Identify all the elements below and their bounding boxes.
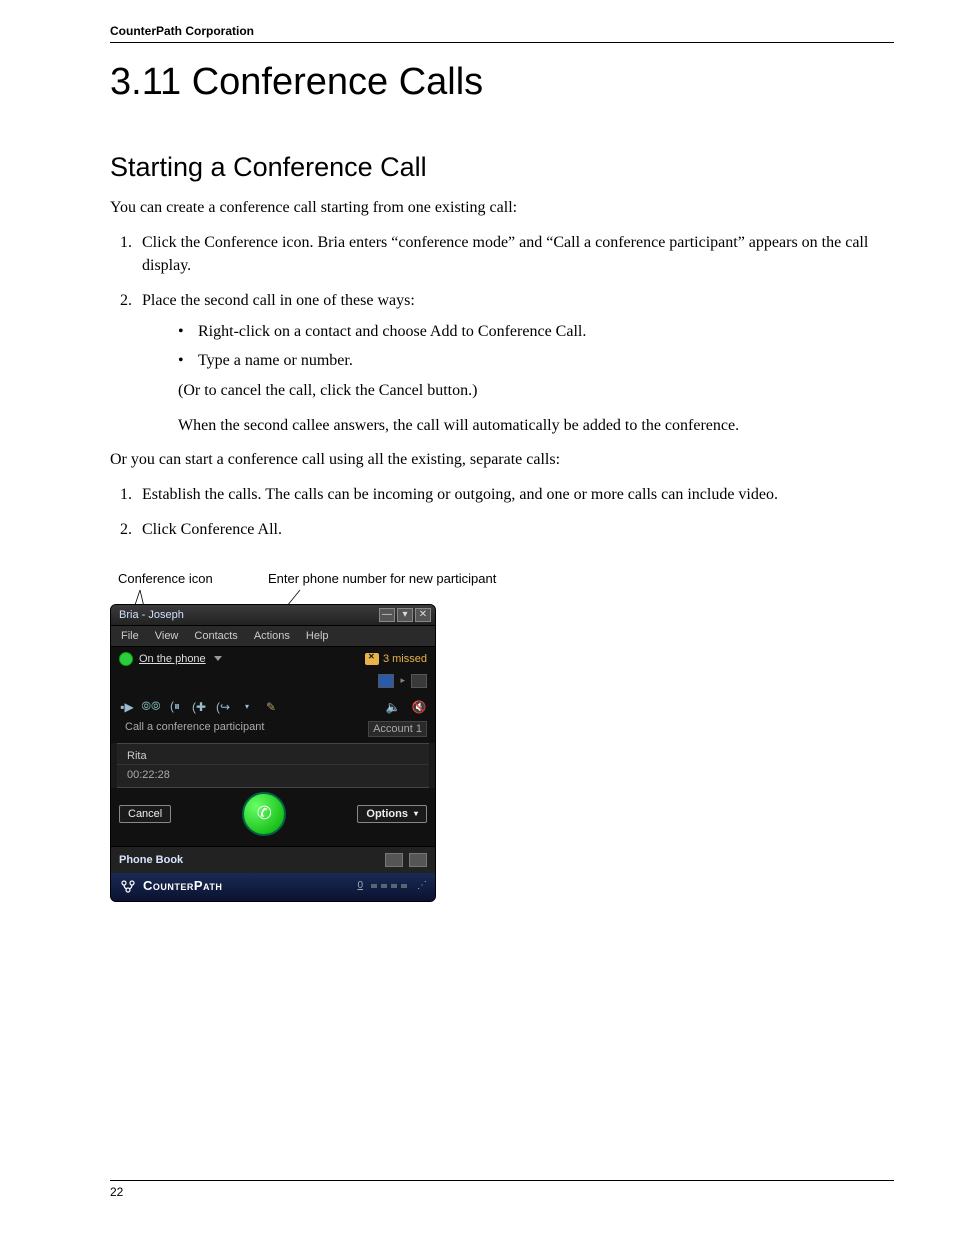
dialpad-toggle-icon[interactable] — [378, 674, 394, 688]
close-button[interactable]: ✕ — [415, 608, 431, 622]
record-icon[interactable]: ✎ — [263, 700, 279, 714]
steps-list-2: Establish the calls. The calls can be in… — [110, 483, 894, 541]
meter-bar-3-icon — [391, 884, 397, 888]
bria-app-window: Bria - Joseph — ▾ ✕ File View Contacts A… — [110, 604, 436, 902]
intro-paragraph: You can create a conference call startin… — [110, 197, 894, 219]
menu-file[interactable]: File — [121, 630, 139, 642]
menu-contacts[interactable]: Contacts — [194, 630, 237, 642]
options-button[interactable]: Options ▾ — [357, 805, 427, 823]
step-2-sub-2: Type a name or number. — [178, 349, 894, 372]
menu-help[interactable]: Help — [306, 630, 329, 642]
menu-view[interactable]: View — [155, 630, 179, 642]
step-1: Click the Conference icon. Bria enters “… — [136, 231, 894, 277]
intro-paragraph-2: Or you can start a conference call using… — [110, 449, 894, 471]
active-call-panel: Rita 00:22:28 — [117, 743, 429, 788]
options-label: Options — [366, 808, 408, 820]
restore-button[interactable]: ▾ — [397, 608, 413, 622]
step-2: Place the second call in one of these wa… — [136, 289, 894, 437]
phonebook-view2-icon[interactable] — [409, 853, 427, 867]
cancel-button[interactable]: Cancel — [119, 805, 171, 823]
phone-icon: ✆ — [257, 803, 272, 824]
dial-input-row: Call a conference participant Account 1 — [111, 718, 435, 743]
toggle-arrow-icon: ▸ — [400, 675, 405, 686]
running-header: CounterPath Corporation — [110, 24, 894, 43]
options-dropdown-icon: ▾ — [414, 809, 418, 818]
phonebook-bar[interactable]: Phone Book — [111, 846, 435, 873]
callout-conference-icon: Conference icon — [118, 571, 268, 586]
brand-logo-icon — [119, 877, 137, 895]
resize-grip-icon[interactable]: ⋰ — [417, 880, 427, 891]
call-timer: 00:22:28 — [117, 765, 429, 787]
meter-bar-4-icon — [401, 884, 407, 888]
callout-enter-number: Enter phone number for new participant — [268, 571, 496, 586]
meter-bar-1-icon — [371, 884, 377, 888]
account-selector[interactable]: Account 1 — [368, 721, 427, 737]
step-2-text: Place the second call in one of these wa… — [142, 292, 415, 309]
missed-label: 3 missed — [383, 653, 427, 665]
transfer-icon[interactable]: (↪ — [215, 700, 231, 714]
menubar: File View Contacts Actions Help — [111, 626, 435, 647]
steps-list-1: Click the Conference icon. Bria enters “… — [110, 231, 894, 437]
brand-status: 0 ⋰ — [357, 880, 427, 891]
titlebar: Bria - Joseph — ▾ ✕ — [111, 605, 435, 626]
branding-bar: CounterPath 0 ⋰ — [111, 873, 435, 901]
mute-icon[interactable]: 🔇 — [411, 700, 427, 714]
brand-name: CounterPath — [143, 878, 222, 893]
hold-icon[interactable]: (⏸ — [167, 700, 183, 714]
presence-status[interactable]: On the phone — [139, 653, 206, 665]
phonebook-view1-icon[interactable] — [385, 853, 403, 867]
phonebook-label: Phone Book — [119, 854, 183, 866]
dial-input[interactable]: Call a conference participant — [125, 721, 264, 737]
dial-button[interactable]: ✆ — [242, 792, 286, 836]
subsection-title: Starting a Conference Call — [110, 152, 894, 183]
presence-dropdown-icon[interactable] — [214, 656, 222, 661]
conference-icon[interactable]: ⦾⦾ — [143, 700, 159, 714]
brand-count: 0 — [357, 880, 363, 891]
step-2-sublist: Right-click on a contact and choose Add … — [142, 320, 894, 372]
step-2-note-2: When the second callee answers, the call… — [178, 414, 894, 437]
caller-name: Rita — [117, 744, 429, 765]
call-controls: Cancel ✆ Options ▾ — [111, 788, 435, 846]
menu-actions[interactable]: Actions — [254, 630, 290, 642]
step-2-note-1: (Or to cancel the call, click the Cancel… — [178, 379, 894, 402]
screenshot-figure: Conference icon Enter phone number for n… — [110, 571, 894, 902]
missed-calls[interactable]: 3 missed — [365, 653, 427, 665]
video-icon[interactable]: ▪▶ — [119, 700, 135, 714]
presence-icon — [119, 652, 133, 666]
minimize-button[interactable]: — — [379, 608, 395, 622]
add-call-icon[interactable]: (✚ — [191, 700, 207, 714]
page-number: 22 — [110, 1185, 123, 1199]
call-toolbar: ▪▶ ⦾⦾ (⏸ (✚ (↪ ▾ ✎ 🔈 🔇 — [111, 694, 435, 718]
transfer-dropdown-icon[interactable]: ▾ — [239, 700, 255, 714]
step2-2: Click Conference All. — [136, 518, 894, 541]
page-footer: 22 — [110, 1180, 894, 1199]
view-toggles: ▸ — [111, 671, 435, 694]
presence-row: On the phone 3 missed — [111, 647, 435, 671]
speaker-icon[interactable]: 🔈 — [385, 700, 401, 714]
missed-icon — [365, 653, 379, 665]
step-2-sub-1: Right-click on a contact and choose Add … — [178, 320, 894, 343]
section-title: 3.11 Conference Calls — [110, 61, 894, 104]
step2-1: Establish the calls. The calls can be in… — [136, 483, 894, 506]
meter-bar-2-icon — [381, 884, 387, 888]
panel-toggle-icon[interactable] — [411, 674, 427, 688]
window-title: Bria - Joseph — [115, 609, 184, 621]
